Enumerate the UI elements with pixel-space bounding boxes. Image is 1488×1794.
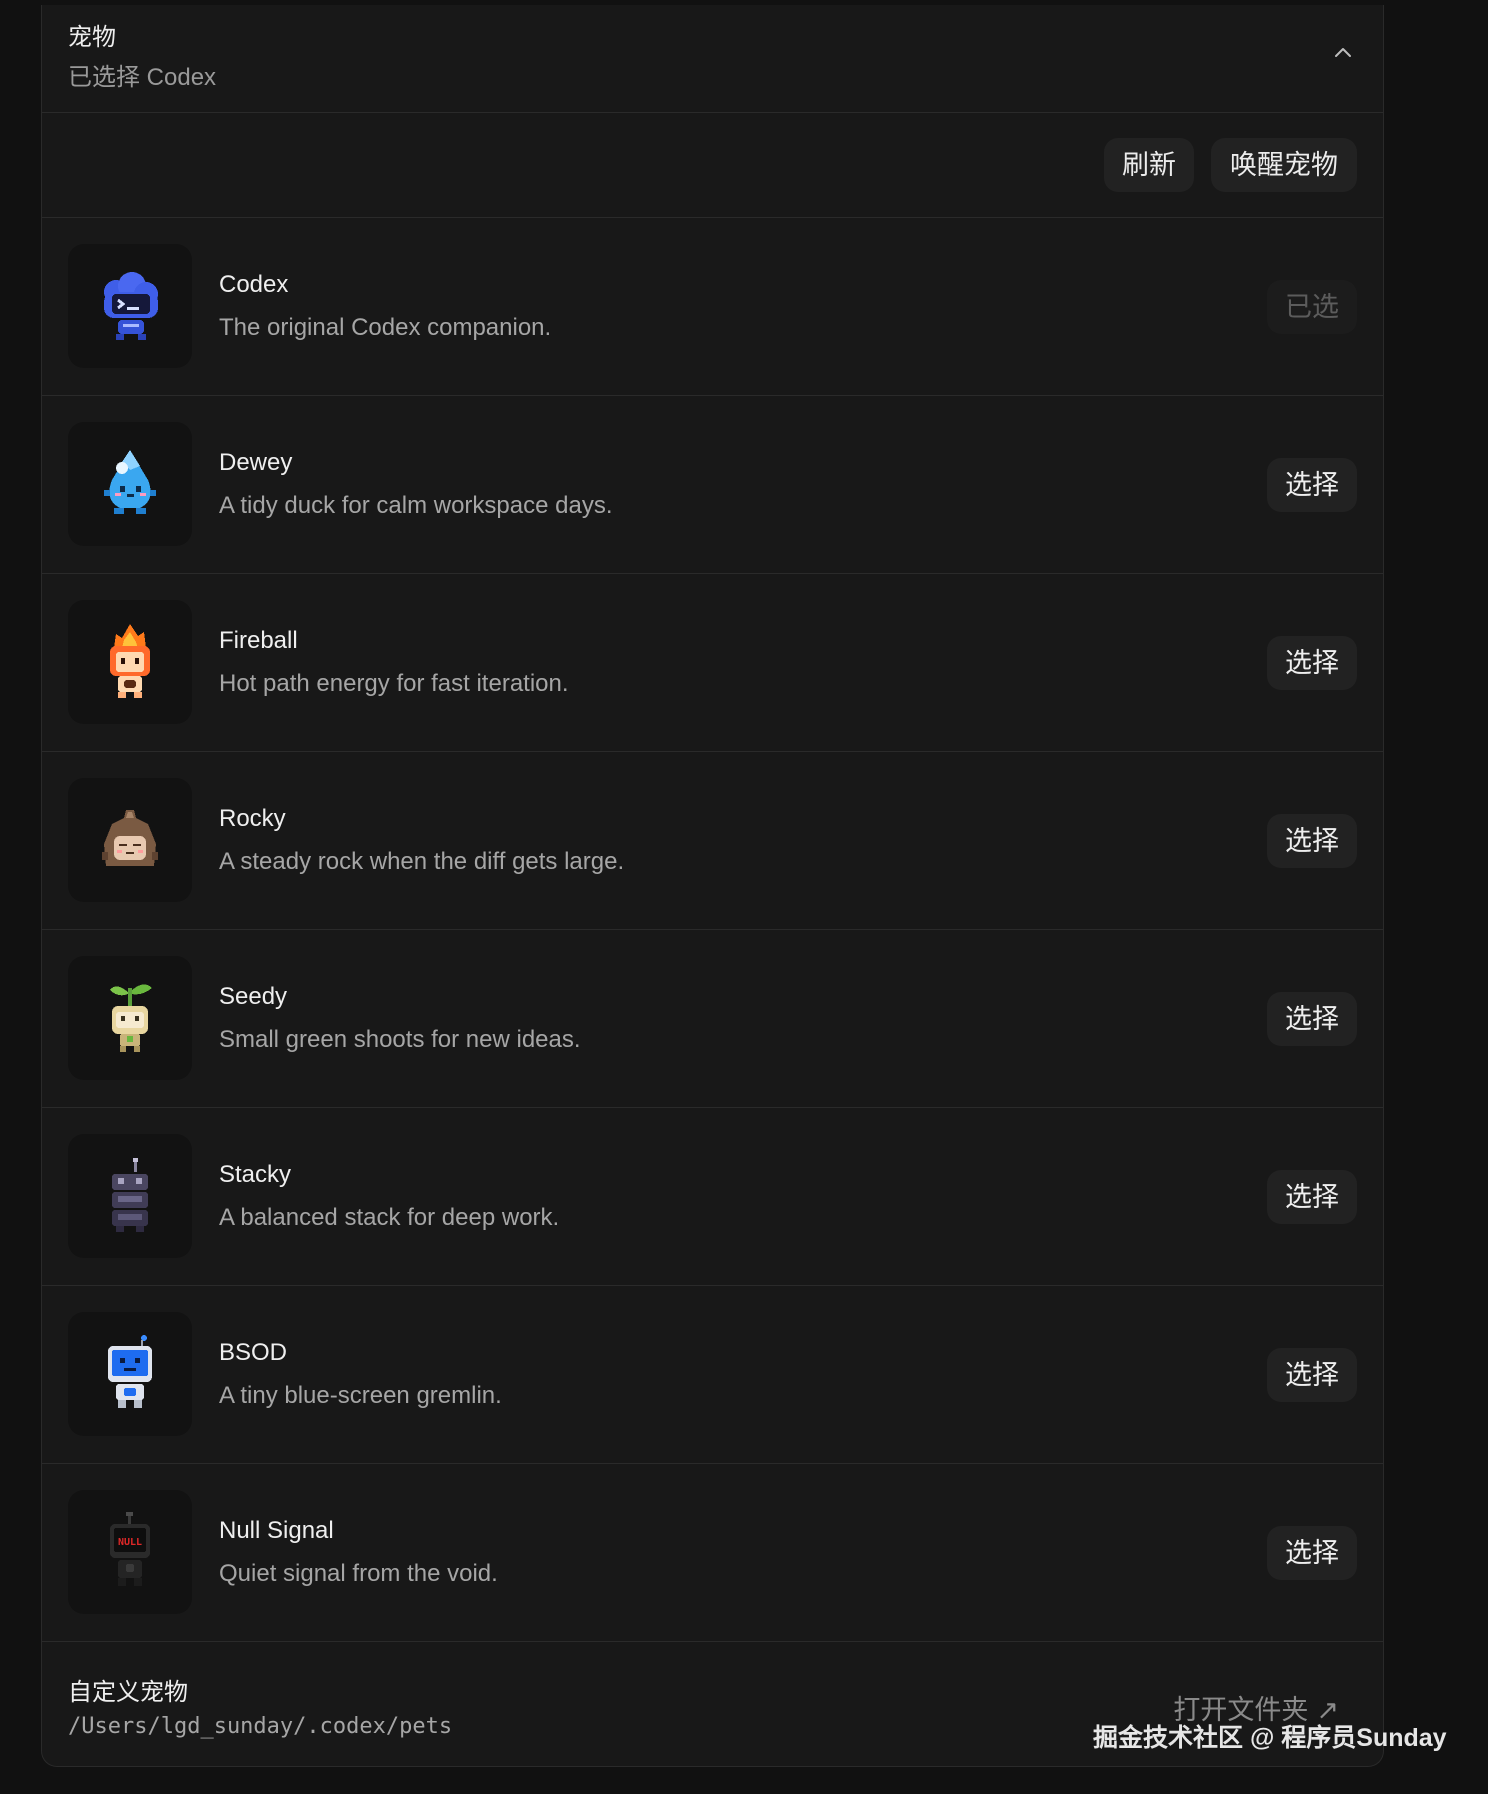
pet-avatar [68, 778, 192, 902]
pet-avatar [68, 956, 192, 1080]
pet-avatar [68, 1312, 192, 1436]
custom-pets-path: /Users/lgd_sunday/.codex/pets [68, 1714, 453, 1739]
select-pet-button[interactable]: 选择 [1267, 814, 1357, 868]
section-title: 宠物 [68, 24, 116, 51]
codex-cloud-terminal-icon [104, 272, 158, 340]
pet-row-dewey: Dewey A tidy duck for calm workspace day… [42, 396, 1383, 574]
pet-description: A tidy duck for calm workspace days. [219, 492, 613, 519]
pet-description: A steady rock when the diff gets large. [219, 848, 625, 875]
fireball-flame-icon [110, 624, 150, 698]
pet-row-stacky: Stacky A balanced stack for deep work. 选… [42, 1108, 1383, 1286]
pet-avatar [68, 600, 192, 724]
select-pet-button[interactable]: 选择 [1267, 458, 1357, 512]
select-pet-button[interactable]: 选择 [1267, 1526, 1357, 1580]
pets-settings-panel: 宠物 已选择 Codex 刷新 唤醒宠物 Codex The original … [41, 5, 1384, 1767]
pet-name: Fireball [219, 627, 298, 654]
pet-name: Stacky [219, 1161, 292, 1188]
pet-name: Dewey [219, 449, 293, 476]
pet-name: Seedy [219, 983, 288, 1010]
null-signal-icon: NULL [110, 1512, 150, 1586]
pet-description: A tiny blue-screen gremlin. [219, 1382, 502, 1409]
stacky-stack-icon [112, 1158, 148, 1232]
pet-avatar [68, 1134, 192, 1258]
pet-row-null-signal: NULL Null Signal Quiet signal from the v… [42, 1464, 1383, 1642]
pet-row-codex: Codex The original Codex companion. 已选 [42, 218, 1383, 396]
watermark: 掘金技术社区 @ 程序员Sunday [1093, 1724, 1447, 1752]
pet-description: Quiet signal from the void. [219, 1560, 498, 1587]
pet-row-bsod: BSOD A tiny blue-screen gremlin. 选择 [42, 1286, 1383, 1464]
pets-toolbar: 刷新 唤醒宠物 [42, 113, 1383, 218]
chevron-up-icon[interactable] [1331, 41, 1355, 65]
wake-pet-button[interactable]: 唤醒宠物 [1211, 138, 1357, 192]
pet-avatar: NULL [68, 1490, 192, 1614]
pet-row-rocky: Rocky A steady rock when the diff gets l… [42, 752, 1383, 930]
pet-description: A balanced stack for deep work. [219, 1204, 560, 1231]
pet-name: Codex [219, 271, 289, 298]
refresh-button[interactable]: 刷新 [1104, 138, 1194, 192]
select-pet-button[interactable]: 选择 [1267, 1170, 1357, 1224]
pet-description: Small green shoots for new ideas. [219, 1026, 581, 1053]
rocky-rock-icon [102, 810, 158, 866]
seedy-sprout-icon [110, 984, 152, 1052]
pet-description: Hot path energy for fast iteration. [219, 670, 569, 697]
pet-description: The original Codex companion. [219, 314, 552, 341]
pet-row-seedy: Seedy Small green shoots for new ideas. … [42, 930, 1383, 1108]
pet-row-fireball: Fireball Hot path energy for fast iterat… [42, 574, 1383, 752]
pet-name: Null Signal [219, 1517, 334, 1544]
dewey-droplet-icon [104, 450, 156, 514]
pet-name: BSOD [219, 1339, 288, 1366]
pet-avatar [68, 244, 192, 368]
select-pet-button[interactable]: 选择 [1267, 636, 1357, 690]
select-pet-button[interactable]: 选择 [1267, 992, 1357, 1046]
bsod-monitor-icon [108, 1335, 152, 1408]
pets-section-header[interactable]: 宠物 已选择 Codex [42, 5, 1383, 113]
select-pet-button[interactable]: 选择 [1267, 1348, 1357, 1402]
selected-pet-summary: 已选择 Codex [68, 64, 217, 91]
selected-indicator-button: 已选 [1267, 280, 1357, 334]
pet-avatar [68, 422, 192, 546]
custom-pets-title: 自定义宠物 [68, 1679, 188, 1706]
pet-name: Rocky [219, 805, 286, 832]
null-screen-text: NULL [118, 1537, 142, 1548]
